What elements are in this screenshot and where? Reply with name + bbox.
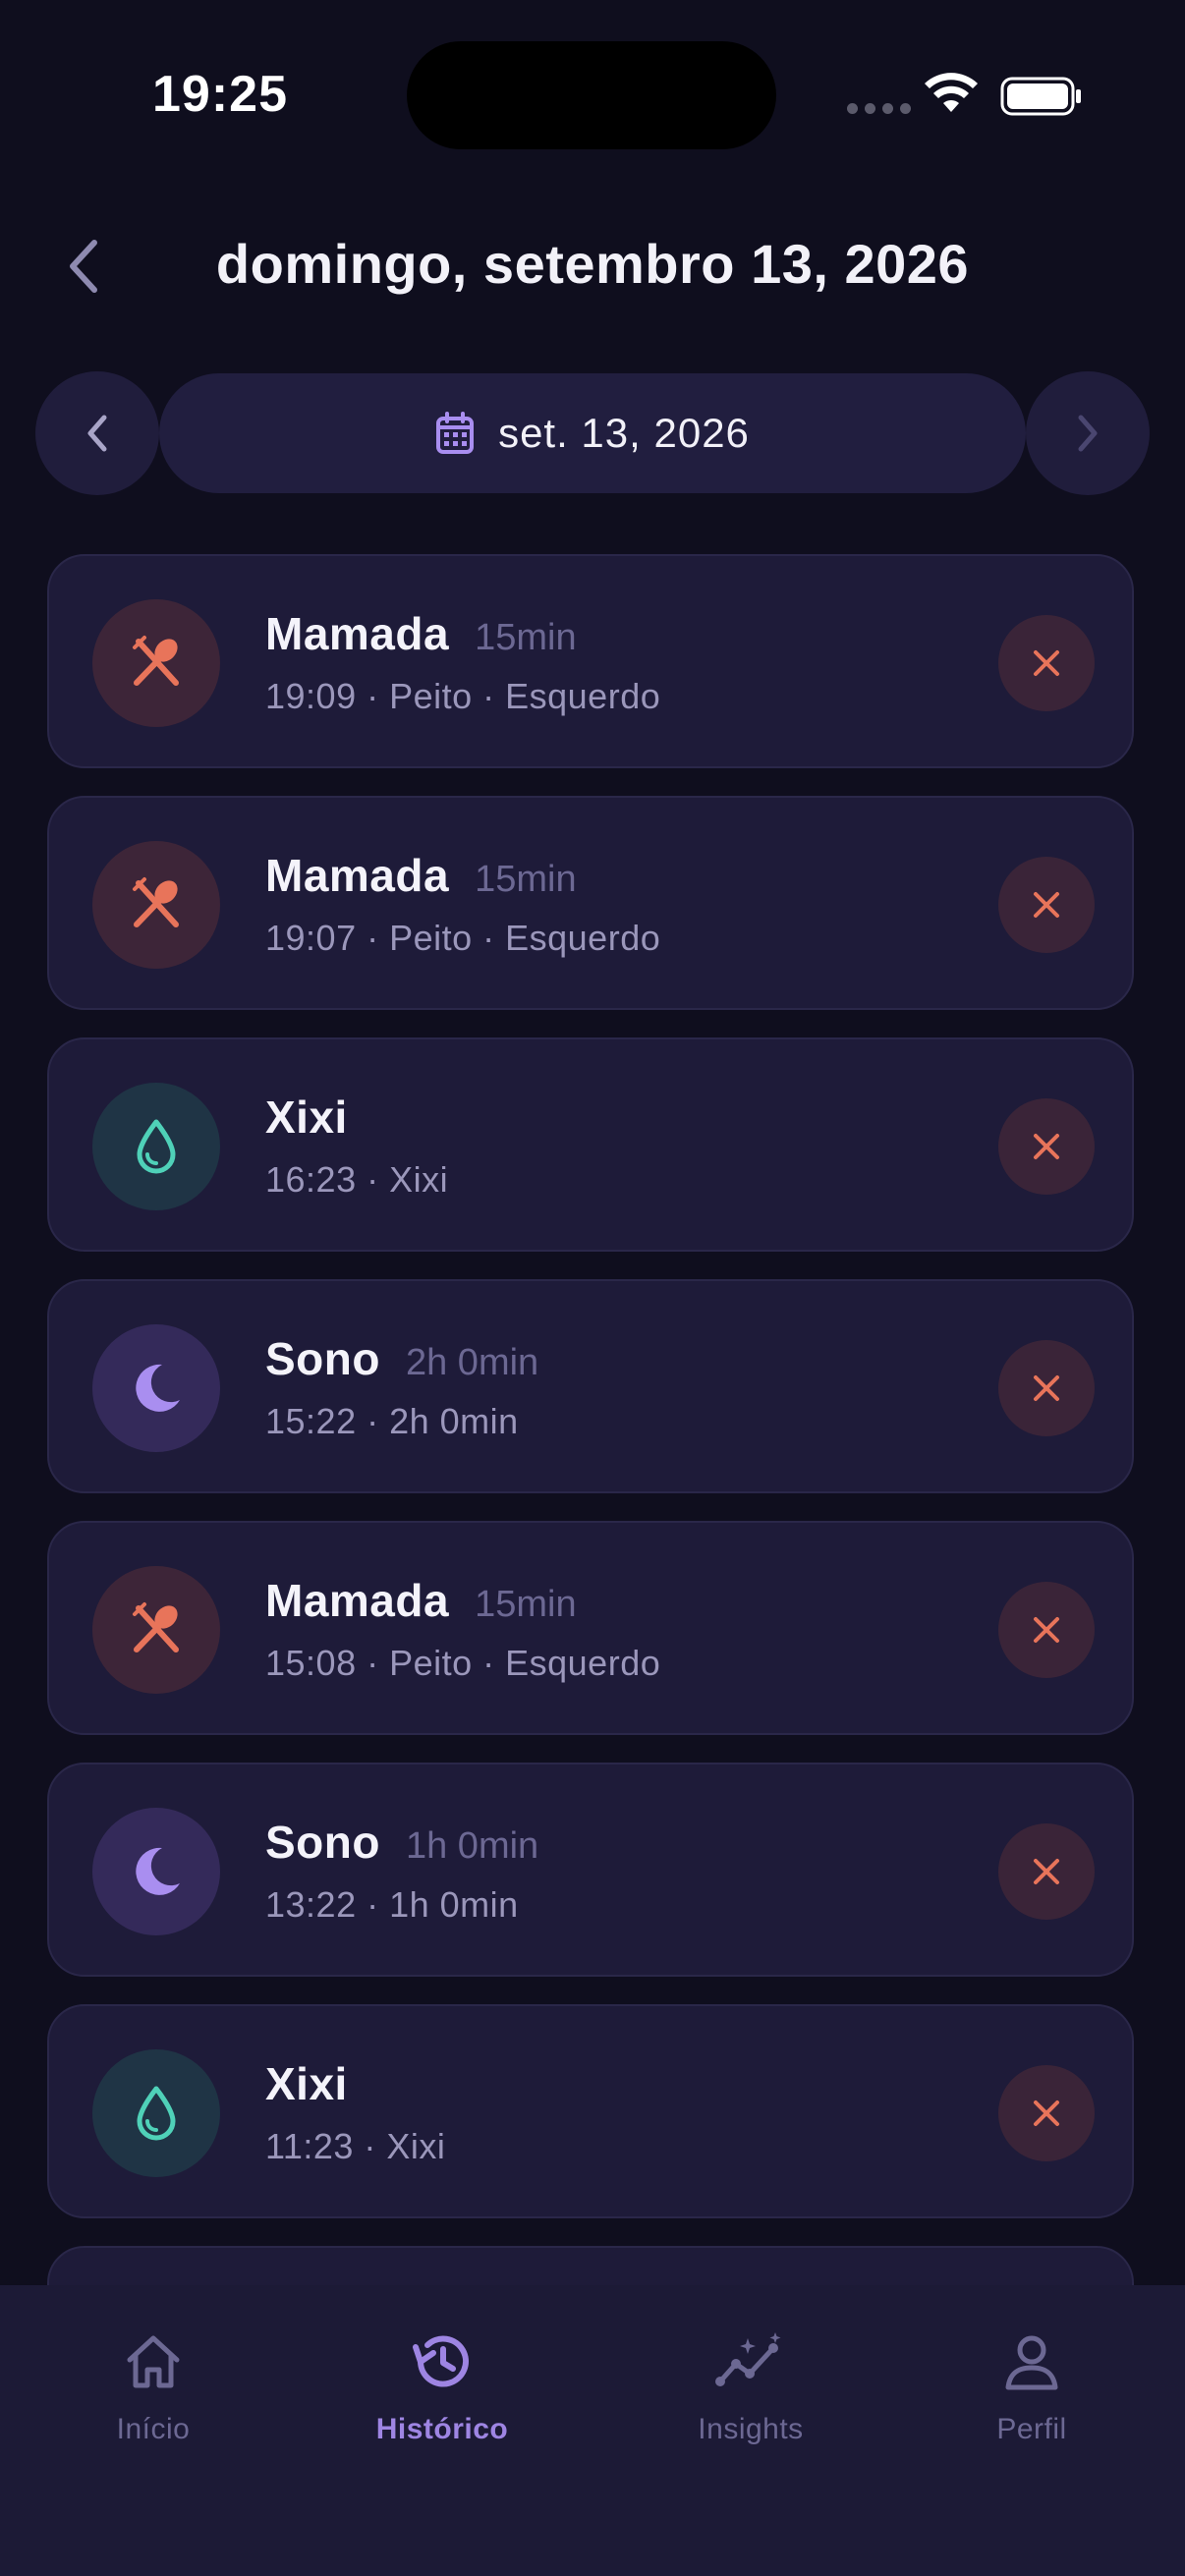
battery-icon	[1000, 77, 1081, 116]
tab-label: Histórico	[375, 2413, 509, 2445]
calendar-icon	[436, 412, 475, 454]
profile-icon	[1000, 2324, 1063, 2399]
tab-label: Insights	[698, 2413, 804, 2445]
dynamic-island	[407, 41, 776, 149]
entry-detail: 15:08 · Peito · Esquerdo	[265, 1643, 661, 1683]
entry-detail: 16:23 · Xixi	[265, 1159, 449, 1200]
date-picker-button[interactable]: set. 13, 2026	[159, 373, 1026, 493]
entry-title: Xixi	[265, 2058, 348, 2109]
close-icon	[1034, 1375, 1059, 1401]
entry-title: Mamada	[265, 1575, 450, 1626]
entry-duration: 15min	[475, 859, 577, 900]
entry-duration: 15min	[475, 617, 577, 658]
entry-detail: 19:07 · Peito · Esquerdo	[265, 918, 661, 958]
page-title: domingo, setembro 13, 2026	[215, 233, 970, 295]
history-entry-card[interactable]: Xixi 11:23 · Xixi	[47, 2004, 1134, 2218]
history-entry-card[interactable]: Mamada 15min 19:07 · Peito · Esquerdo	[47, 796, 1134, 1010]
entry-duration: 1h 0min	[405, 1825, 539, 1867]
entry-detail: 15:22 · 2h 0min	[265, 1401, 519, 1441]
close-icon	[1034, 892, 1059, 918]
feeding-icon	[92, 1566, 220, 1694]
tab-inicio[interactable]: Início	[6, 2324, 301, 2446]
entry-detail: 11:23 · Xixi	[265, 2126, 446, 2166]
chevron-right-icon	[1078, 415, 1098, 452]
delete-entry-button[interactable]	[998, 1340, 1095, 1436]
entry-duration: 2h 0min	[405, 1342, 539, 1383]
status-time: 19:25	[152, 66, 288, 123]
close-icon	[1034, 650, 1059, 676]
delete-entry-button[interactable]	[998, 1098, 1095, 1195]
feeding-icon	[92, 599, 220, 727]
cellular-signal-icon	[847, 103, 911, 114]
droplet-icon	[92, 2049, 220, 2177]
close-icon	[1034, 1859, 1059, 1884]
entry-title: Mamada	[265, 608, 450, 659]
history-entry-card[interactable]: Mamada 15min 19:09 · Peito · Esquerdo	[47, 554, 1134, 768]
entry-duration: 15min	[475, 1584, 577, 1625]
entry-detail: 13:22 · 1h 0min	[265, 1884, 519, 1925]
chevron-left-icon	[87, 415, 107, 452]
entry-title: Mamada	[265, 850, 450, 901]
previous-day-button[interactable]	[35, 371, 159, 495]
droplet-icon	[92, 1083, 220, 1210]
history-entry-card[interactable]: Xixi 16:23 · Xixi	[47, 1037, 1134, 1252]
delete-entry-button[interactable]	[998, 615, 1095, 711]
feeding-icon	[92, 841, 220, 969]
moon-icon	[92, 1324, 220, 1452]
close-icon	[1034, 1617, 1059, 1643]
delete-entry-button[interactable]	[998, 1582, 1095, 1678]
bottom-tab-bar: Início Histórico Insights Perfil	[0, 2285, 1185, 2576]
entry-title: Sono	[265, 1333, 380, 1384]
tab-label: Perfil	[996, 2413, 1067, 2445]
selected-date-label: set. 13, 2026	[498, 410, 750, 456]
delete-entry-button[interactable]	[998, 1823, 1095, 1920]
history-entry-card[interactable]: Mamada 15min 15:08 · Peito · Esquerdo	[47, 1521, 1134, 1735]
wifi-icon	[925, 73, 978, 112]
tab-label: Início	[116, 2413, 191, 2445]
tab-perfil[interactable]: Perfil	[884, 2324, 1179, 2446]
delete-entry-button[interactable]	[998, 857, 1095, 953]
entry-title: Sono	[265, 1817, 380, 1868]
insights-icon	[714, 2324, 787, 2399]
tab-historico[interactable]: Histórico	[295, 2324, 590, 2446]
next-day-button[interactable]	[1026, 371, 1150, 495]
close-icon	[1034, 2100, 1059, 2126]
history-entry-card[interactable]: Sono 2h 0min 15:22 · 2h 0min	[47, 1279, 1134, 1493]
entry-title: Xixi	[265, 1092, 348, 1143]
close-icon	[1034, 1134, 1059, 1159]
moon-icon	[92, 1808, 220, 1935]
delete-entry-button[interactable]	[998, 2065, 1095, 2161]
entry-detail: 19:09 · Peito · Esquerdo	[265, 676, 661, 716]
history-entry-card[interactable]: Sono 1h 0min 13:22 · 1h 0min	[47, 1763, 1134, 1977]
home-icon	[122, 2324, 185, 2399]
tab-insights[interactable]: Insights	[603, 2324, 898, 2446]
history-icon	[408, 2324, 477, 2399]
